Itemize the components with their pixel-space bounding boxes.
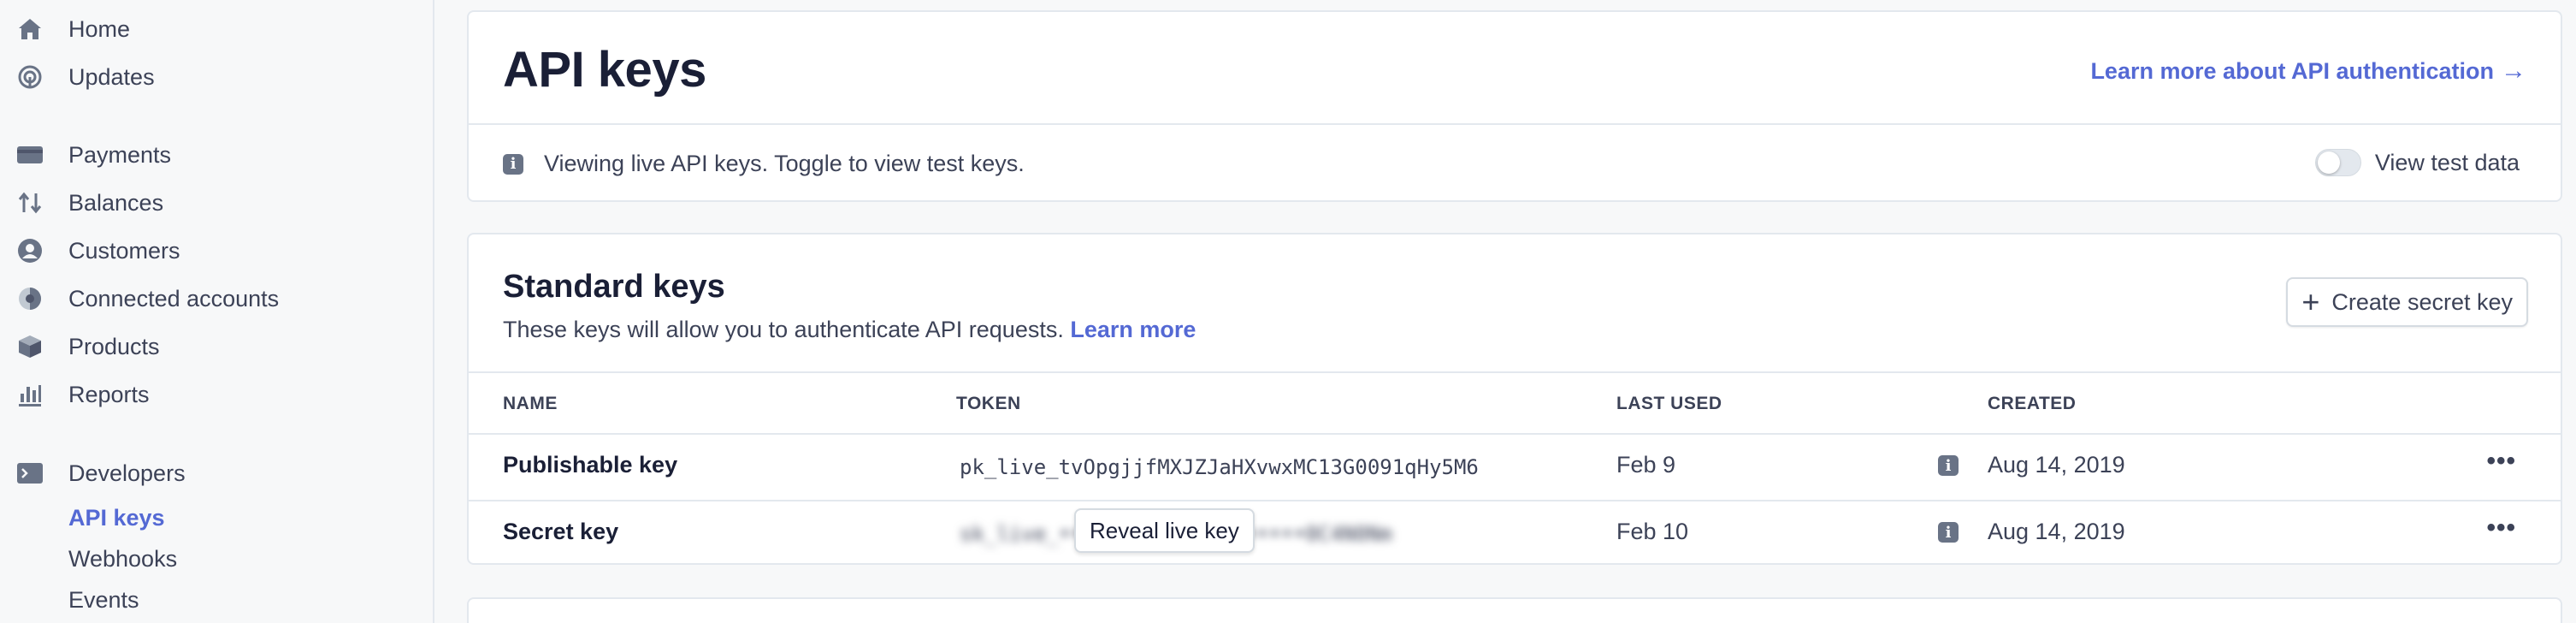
nav-developers-label: Developers [68, 460, 186, 486]
section-description-text: These keys will allow you to authenticat… [503, 317, 1064, 342]
nav-developers[interactable]: Developers [15, 456, 186, 490]
learn-more-link[interactable]: Learn more [1070, 317, 1196, 342]
learn-api-auth-label: Learn more about API authentication [2090, 57, 2494, 84]
divider [469, 500, 2561, 501]
divider [469, 123, 2561, 125]
column-header-token[interactable]: TOKEN [956, 394, 1021, 414]
nav-products[interactable]: Products [15, 329, 160, 364]
learn-api-auth-link[interactable]: Learn more about API authentication → [2090, 56, 2526, 86]
key-token[interactable]: pk_live_tvOpgjjfMXJZJaHXvwxMC13G0091qHy5… [960, 455, 1479, 479]
notice-text: Viewing live API keys. Toggle to view te… [544, 151, 1025, 176]
home-icon [15, 15, 44, 44]
reports-icon [15, 380, 44, 409]
key-created: Aug 14, 2019 [1988, 452, 2125, 478]
reveal-live-key-label: Reveal live key [1090, 517, 1239, 543]
toggle-switch[interactable] [2314, 149, 2361, 176]
create-secret-key-button[interactable]: + Create secret key [2286, 277, 2528, 327]
nav-updates-label: Updates [68, 63, 155, 90]
nav-balances-label: Balances [68, 189, 164, 216]
customers-icon [15, 236, 44, 265]
nav-connected-accounts[interactable]: Connected accounts [15, 282, 279, 316]
more-options-icon[interactable]: ••• [2486, 447, 2516, 476]
page-title: API keys [503, 42, 706, 98]
nav-customers-label: Customers [68, 237, 180, 264]
sidebar: Home Updates Payments Balances Customers… [0, 0, 434, 623]
column-header-name[interactable]: NAME [503, 394, 558, 414]
nav-payments-label: Payments [68, 141, 172, 168]
info-icon: i [503, 153, 523, 175]
column-header-created[interactable]: CREATED [1988, 394, 2076, 414]
nav-balances[interactable]: Balances [15, 186, 163, 220]
key-last-used: Feb 9 [1616, 452, 1676, 478]
view-test-data-toggle[interactable]: View test data [2314, 149, 2520, 176]
api-keys-header-card: API keys Learn more about API authentica… [467, 10, 2562, 202]
section-title: Standard keys [503, 269, 725, 305]
connected-accounts-icon [15, 284, 44, 313]
divider [469, 433, 2561, 435]
nav-reports-label: Reports [68, 381, 150, 407]
nav-sub-webhooks[interactable]: Webhooks [68, 546, 177, 573]
updates-icon [15, 62, 44, 92]
nav-home[interactable]: Home [15, 12, 130, 46]
developers-icon [15, 459, 44, 488]
more-options-icon[interactable]: ••• [2486, 513, 2516, 543]
reveal-live-key-button[interactable]: Reveal live key [1074, 508, 1255, 553]
section-description: These keys will allow you to authenticat… [503, 317, 1196, 343]
nav-home-label: Home [68, 15, 131, 42]
column-header-last-used[interactable]: LAST USED [1616, 394, 1722, 414]
restricted-keys-card [467, 597, 2562, 623]
toggle-label: View test data [2374, 149, 2520, 175]
info-icon[interactable]: i [1938, 522, 1959, 543]
nav-reports[interactable]: Reports [15, 377, 150, 412]
plus-icon: + [2301, 284, 2320, 319]
arrow-right-icon: → [2501, 56, 2526, 85]
toggle-knob [2317, 151, 2340, 174]
divider [469, 371, 2561, 373]
key-created: Aug 14, 2019 [1988, 519, 2125, 544]
key-last-used: Feb 10 [1616, 519, 1689, 544]
nav-sub-api-keys[interactable]: API keys [68, 505, 165, 531]
nav-products-label: Products [68, 333, 160, 359]
key-name: Secret key [503, 519, 619, 544]
nav-customers[interactable]: Customers [15, 234, 180, 268]
balances-icon [15, 188, 44, 217]
key-name: Publishable key [503, 452, 678, 478]
nav-sub-events[interactable]: Events [68, 587, 139, 614]
nav-connected-accounts-label: Connected accounts [68, 285, 280, 312]
nav-payments[interactable]: Payments [15, 138, 171, 172]
products-icon [15, 332, 44, 361]
info-icon[interactable]: i [1938, 455, 1959, 476]
payments-icon [15, 140, 44, 169]
nav-updates[interactable]: Updates [15, 60, 155, 94]
standard-keys-card: Standard keys These keys will allow you … [467, 233, 2562, 565]
create-secret-key-label: Create secret key [2331, 288, 2513, 315]
live-keys-notice: i Viewing live API keys. Toggle to view … [503, 151, 1025, 177]
